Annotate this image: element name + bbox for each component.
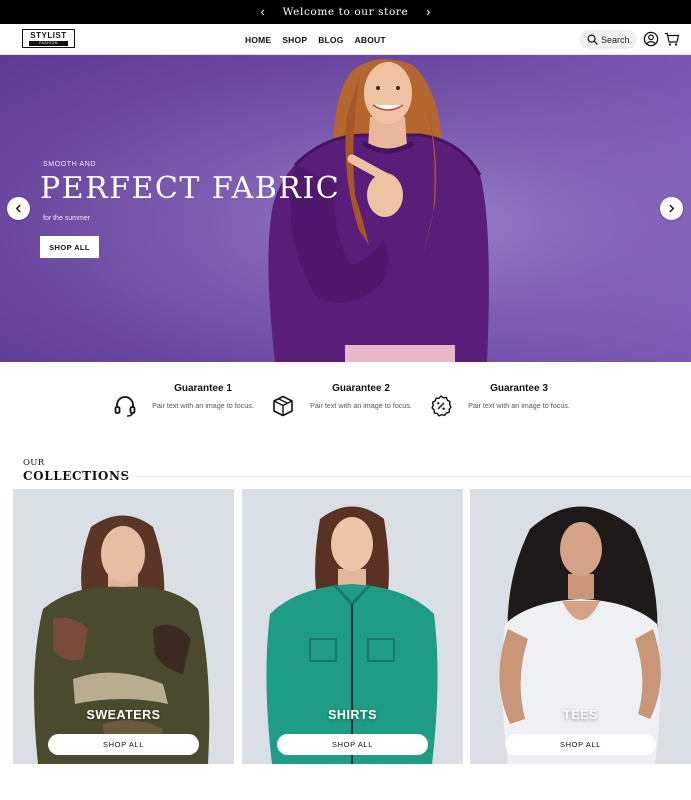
store-logo[interactable]: STYLIST FASHION (22, 29, 75, 48)
guarantee-text: Pair text with an image to focus. (152, 401, 254, 410)
guarantee-item: Guarantee 3 Pair text with an image to f… (429, 362, 589, 442)
hero-model-image (268, 59, 489, 362)
discount-badge-icon (431, 395, 452, 417)
guarantee-title: Guarantee 1 (174, 383, 232, 394)
collection-shop-all-button[interactable]: SHOP ALL (277, 734, 428, 755)
main-nav: HOME SHOP BLOG ABOUT (245, 24, 386, 55)
guarantee-text: Pair text with an image to focus. (310, 401, 412, 410)
hero-subtitle: for the summer (43, 215, 91, 222)
hero-shop-all-button[interactable]: SHOP ALL (40, 236, 99, 258)
hero-next-button[interactable] (660, 197, 683, 220)
nav-about[interactable]: ABOUT (355, 35, 386, 45)
collection-card-sweaters[interactable]: SWEATERS SHOP ALL (13, 489, 234, 764)
guarantee-title: Guarantee 3 (490, 383, 548, 394)
collection-card-shirts[interactable]: SHIRTS SHOP ALL (242, 489, 463, 764)
hero-prev-button[interactable] (7, 197, 30, 220)
chevron-left-icon (16, 204, 21, 213)
chevron-right-icon (669, 204, 674, 213)
hero-title: PERFECT FABRIC (40, 171, 341, 206)
nav-home[interactable]: HOME (245, 35, 271, 45)
sweaters-model-image (34, 515, 210, 764)
collection-shop-all-button[interactable]: SHOP ALL (48, 734, 199, 755)
announcement-message: Welcome to our store (282, 6, 409, 18)
guarantee-title: Guarantee 2 (332, 383, 390, 394)
nav-blog[interactable]: BLOG (318, 35, 343, 45)
search-icon (587, 34, 598, 45)
guarantee-text: Pair text with an image to focus. (468, 401, 570, 410)
collection-label: SHIRTS (328, 708, 377, 722)
hero-banner: SMOOTH AND PERFECT FABRIC for the summer… (0, 55, 691, 362)
divider (120, 476, 691, 477)
box-icon (273, 395, 293, 417)
headset-icon (114, 396, 136, 417)
logo-sub-text: FASHION (29, 41, 68, 46)
account-icon[interactable] (643, 31, 659, 47)
collections-heading: OUR COLLECTIONS (23, 458, 130, 483)
guarantee-item: Guarantee 2 Pair text with an image to f… (271, 362, 431, 442)
tees-model-image (499, 506, 661, 764)
collection-shop-all-button[interactable]: SHOP ALL (505, 734, 656, 755)
search-button[interactable]: Search (579, 30, 637, 49)
announcement-next-arrow[interactable]: › (420, 0, 436, 24)
collection-label: TEES (563, 708, 598, 722)
shirts-model-image (266, 506, 438, 764)
collections-heading-small: OUR (23, 458, 45, 468)
collections-heading-big: COLLECTIONS (23, 469, 130, 483)
logo-main-text: STYLIST (30, 31, 67, 40)
guarantees-section: Guarantee 1 Pair text with an image to f… (0, 362, 691, 442)
announcement-bar: ‹ Welcome to our store › (0, 0, 691, 24)
site-header: STYLIST FASHION HOME SHOP BLOG ABOUT Sea… (0, 24, 691, 55)
collection-label: SWEATERS (86, 708, 161, 722)
cart-icon[interactable] (664, 31, 680, 47)
announcement-prev-arrow[interactable]: ‹ (255, 0, 271, 24)
hero-eyebrow: SMOOTH AND (43, 161, 97, 168)
guarantee-item: Guarantee 1 Pair text with an image to f… (113, 362, 273, 442)
search-label: Search (601, 34, 630, 45)
nav-shop[interactable]: SHOP (282, 35, 307, 45)
collection-card-tees[interactable]: TEES SHOP ALL (470, 489, 691, 764)
